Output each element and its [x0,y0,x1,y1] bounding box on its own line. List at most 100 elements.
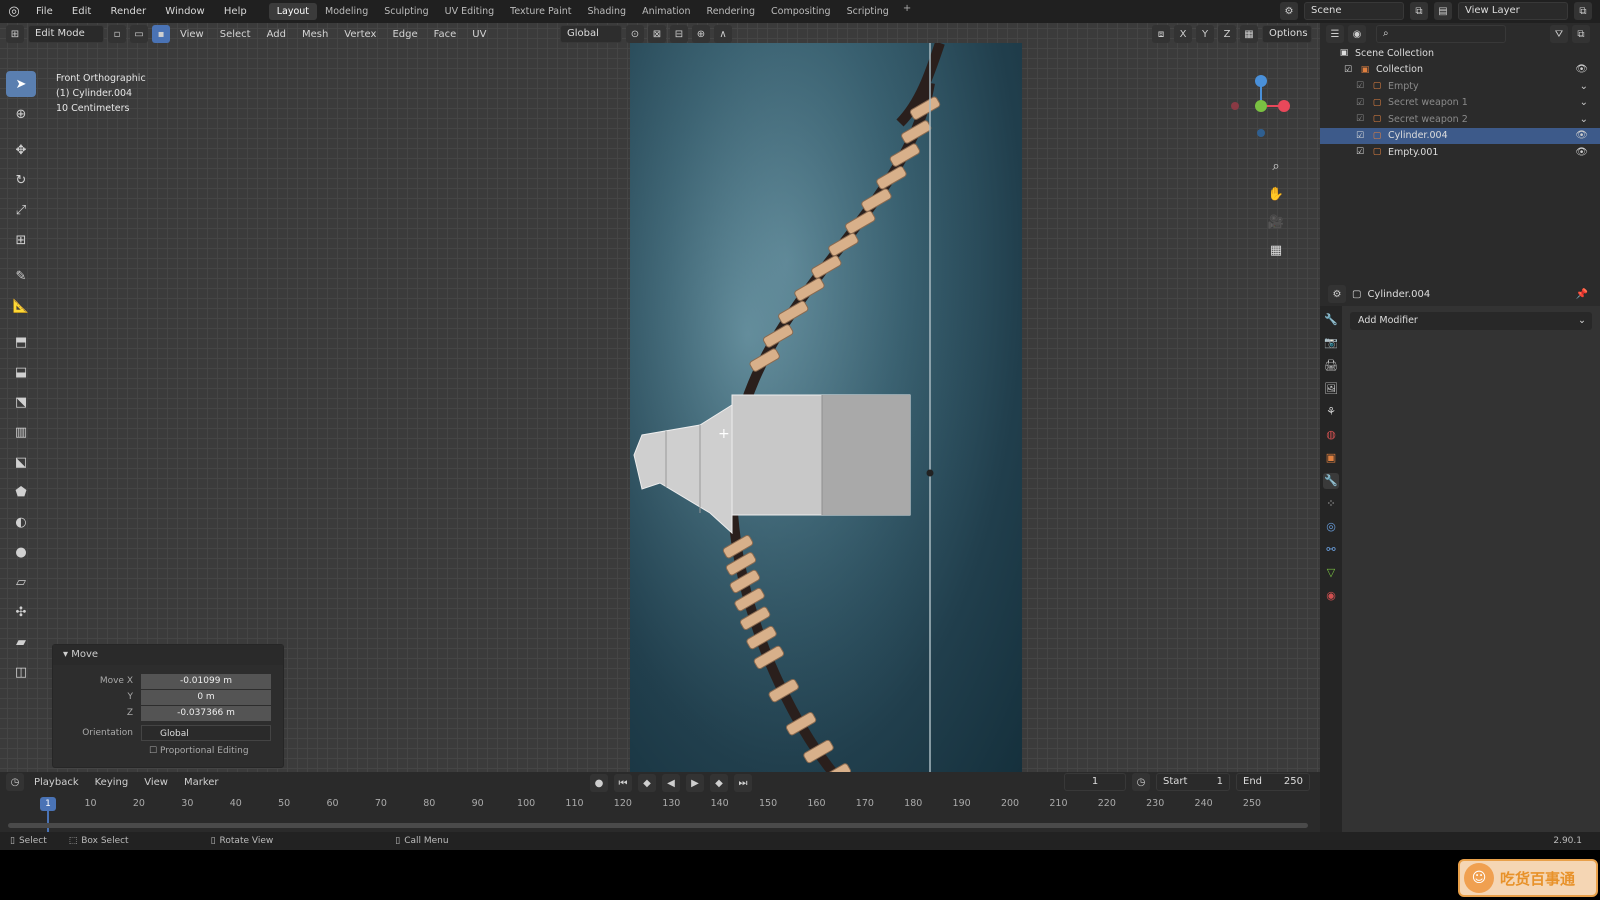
output-tab-icon[interactable]: 🖨 [1323,358,1339,374]
face-select-icon[interactable]: ▪ [152,25,170,43]
menu-keying[interactable]: Keying [89,777,135,788]
constraints-tab-icon[interactable]: ⚯ [1323,542,1339,558]
filter-icon[interactable]: ⛛ [1550,25,1568,43]
proportional-icon[interactable]: ⊕ [692,25,710,43]
tab-modeling[interactable]: Modeling [317,3,376,20]
menu-uv[interactable]: UV [466,29,492,40]
snap-icon[interactable]: ⊠ [648,25,666,43]
shrink-fatten-tool-icon[interactable]: ✣ [6,599,36,625]
edge-select-icon[interactable]: ▭ [130,25,148,43]
frame-ruler[interactable]: 1102030405060708090100110120130140150160… [0,796,1320,816]
scene-field[interactable]: Scene [1304,2,1404,20]
timeline-scrollbar[interactable] [8,823,1308,828]
tab-rendering[interactable]: Rendering [699,3,764,20]
outliner-item[interactable]: ☑ ▢ Secret weapon 1 ⌄ [1320,95,1600,112]
falloff-icon[interactable]: ∧ [714,25,732,43]
pin-icon[interactable]: 📌 [1576,289,1588,300]
play-icon[interactable]: ▶ [686,774,704,792]
cursor-tool-icon[interactable]: ⊕ [6,101,36,127]
navigation-gizmo[interactable] [1226,69,1296,139]
vertex-select-icon[interactable]: ▫ [108,25,126,43]
menu-marker[interactable]: Marker [178,777,225,788]
checkbox-icon[interactable]: ☑ [1354,113,1366,125]
visibility-eye-icon[interactable]: ⌄ [1580,97,1588,108]
scene-icon[interactable]: ⚙ [1280,2,1298,20]
outliner-item[interactable]: ☑ ▣ Collection 👁 [1320,62,1600,79]
inset-tool-icon[interactable]: ⬓ [6,359,36,385]
outliner-search-input[interactable]: ⌕ [1376,25,1506,43]
outliner-item[interactable]: ☑ ▢ Cylinder.004 👁 [1320,127,1600,144]
checkbox-icon[interactable]: ☑ [1354,80,1366,92]
modifier-tab-icon[interactable]: 🔧 [1323,473,1339,489]
outliner-editor-icon[interactable]: ☰ [1326,25,1344,43]
mirror-y-icon[interactable]: Y [1196,25,1214,43]
scene-tab-icon[interactable]: ⚘ [1323,404,1339,420]
overlay-icon[interactable]: ▦ [1240,25,1258,43]
physics-tab-icon[interactable]: ◎ [1323,519,1339,535]
timeline-editor-type-icon[interactable]: ◷ [6,773,24,791]
tab-layout[interactable]: Layout [268,3,318,20]
tab-compositing[interactable]: Compositing [763,3,839,20]
tab-animation[interactable]: Animation [634,3,698,20]
clock-icon[interactable]: ◷ [1132,773,1150,791]
checkbox-icon[interactable]: ☑ [1354,97,1366,109]
menu-file[interactable]: File [28,6,61,17]
jump-end-icon[interactable]: ⏭ [734,774,752,792]
operator-header[interactable]: ▾ Move [53,645,283,665]
menu-timeline-view[interactable]: View [138,777,174,788]
menu-playback[interactable]: Playback [28,777,85,788]
shear-tool-icon[interactable]: ▰ [6,629,36,655]
visibility-eye-icon[interactable]: 👁 [1575,130,1588,141]
mirror-x-icon[interactable]: X [1174,25,1192,43]
next-key-icon[interactable]: ◆ [710,774,728,792]
menu-help[interactable]: Help [216,6,255,17]
outliner-item[interactable]: ☑ ▢ Empty.001 👁 [1320,144,1600,161]
new-scene-icon[interactable]: ⧉ [1410,2,1428,20]
start-frame-field[interactable]: Start 1 [1156,773,1230,791]
world-tab-icon[interactable]: ◍ [1323,427,1339,443]
move-z-field[interactable]: -0.037366 m [141,705,271,721]
checkbox-icon[interactable]: ☑ [1342,64,1354,76]
smooth-tool-icon[interactable]: ● [6,539,36,565]
visibility-eye-icon[interactable]: ⌄ [1580,81,1588,92]
current-frame-field[interactable]: 1 [1064,773,1126,791]
editor-type-icon[interactable]: ⊞ [6,25,24,43]
menu-edit[interactable]: Edit [64,6,99,17]
visibility-eye-icon[interactable]: 👁 [1575,64,1588,75]
orientation-select[interactable]: Global [141,725,271,741]
zoom-icon[interactable]: ⌕ [1266,159,1286,179]
blender-logo-icon[interactable]: ◎ [0,4,28,19]
checkbox-icon[interactable]: ☑ [1354,146,1366,158]
menu-add[interactable]: Add [261,29,292,40]
visibility-eye-icon[interactable]: ⌄ [1580,114,1588,125]
properties-editor-icon[interactable]: ⚙ [1328,285,1346,303]
move-x-field[interactable]: -0.01099 m [141,673,271,689]
outliner-item[interactable]: ☑ ▢ Empty ⌄ [1320,78,1600,95]
proportional-checkbox[interactable]: ☐ Proportional Editing [149,746,249,756]
rip-tool-icon[interactable]: ◫ [6,659,36,685]
edge-slide-tool-icon[interactable]: ▱ [6,569,36,595]
pan-hand-icon[interactable]: ✋ [1266,187,1286,207]
checkbox-icon[interactable]: ☑ [1354,130,1366,142]
object-tab-icon[interactable]: ▣ [1323,450,1339,466]
display-mode-icon[interactable]: ◉ [1348,25,1366,43]
render-tab-icon[interactable]: 📷 [1323,335,1339,351]
knife-tool-icon[interactable]: ⬕ [6,449,36,475]
menu-window[interactable]: Window [157,6,212,17]
measure-tool-icon[interactable]: 📐 [6,293,36,319]
menu-face[interactable]: Face [428,29,463,40]
new-collection-icon[interactable]: ⧉ [1572,25,1590,43]
material-tab-icon[interactable]: ◉ [1323,588,1339,604]
mode-selector[interactable]: Edit Mode [28,25,104,43]
menu-edge[interactable]: Edge [386,29,423,40]
prev-key-icon[interactable]: ◆ [638,774,656,792]
add-workspace-icon[interactable]: + [897,3,917,20]
scale-tool-icon[interactable]: ⤢ [6,197,36,223]
outliner-item[interactable]: ☑ ▢ Secret weapon 2 ⌄ [1320,111,1600,128]
view-layer-tab-icon[interactable]: 🖼 [1323,381,1339,397]
tab-scripting[interactable]: Scripting [839,3,897,20]
record-icon[interactable]: ● [590,774,608,792]
view-layer-field[interactable]: View Layer [1458,2,1568,20]
3d-viewport[interactable]: ⊞ Edit Mode ▫ ▭ ▪ View Select Add Mesh V… [0,23,1320,773]
move-y-field[interactable]: 0 m [141,689,271,705]
